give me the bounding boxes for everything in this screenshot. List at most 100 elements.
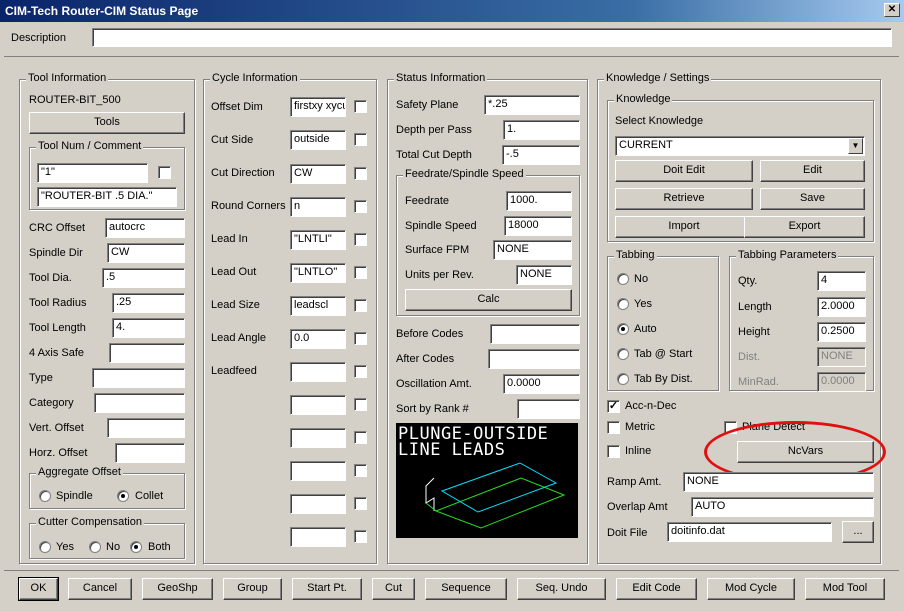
cycle-extra-input[interactable] (290, 428, 346, 448)
start-pt-button[interactable]: Start Pt. (292, 578, 362, 600)
cycle-extra-input[interactable] (290, 527, 346, 547)
doit-file-label: Doit File (607, 527, 648, 539)
calc-button[interactable]: Calc (405, 289, 572, 311)
tool-comment-input[interactable]: "ROUTER-BIT .5 DIA." (37, 187, 177, 207)
lead-out-checkbox[interactable] (354, 266, 367, 279)
tab-height-label: Height (738, 326, 770, 338)
doit-edit-button[interactable]: Doit Edit (615, 160, 753, 182)
cycle-extra-input[interactable] (290, 395, 346, 415)
acc-n-dec-checkbox[interactable]: ✓ (607, 400, 620, 413)
vert-offset-input[interactable] (107, 418, 185, 438)
tabbing-auto-radio[interactable] (617, 323, 629, 335)
cycle-extra-checkbox[interactable] (354, 431, 367, 444)
tool-radius-input[interactable]: .25 (112, 293, 185, 313)
cancel-button[interactable]: Cancel (68, 578, 132, 600)
cycle-extra-checkbox[interactable] (354, 398, 367, 411)
category-input[interactable] (94, 393, 185, 413)
tab-height-input[interactable]: 0.2500 (817, 322, 866, 342)
lead-angle-input[interactable]: 0.0 (290, 329, 346, 349)
lead-size-checkbox[interactable] (354, 299, 367, 312)
round-corners-checkbox[interactable] (354, 200, 367, 213)
seq-undo-button[interactable]: Seq. Undo (517, 578, 606, 600)
sort-by-rank-input[interactable] (517, 399, 580, 419)
cycle-extra-checkbox[interactable] (354, 530, 367, 543)
title-bar: CIM-Tech Router-CIM Status Page ✕ (0, 0, 904, 22)
cycle-extra-input[interactable] (290, 461, 346, 481)
tool-length-input[interactable]: 4. (112, 318, 185, 338)
cut-button[interactable]: Cut (372, 578, 415, 600)
total-cut-depth-input[interactable]: -.5 (502, 145, 580, 165)
tool-dia-input[interactable]: .5 (102, 268, 185, 288)
cut-side-input[interactable]: outside (290, 130, 346, 150)
cycle-extra-checkbox[interactable] (354, 497, 367, 510)
cycle-extra-input[interactable] (290, 494, 346, 514)
tabbing-yes-radio[interactable] (617, 298, 629, 310)
cycle-extra-checkbox[interactable] (354, 464, 367, 477)
spindle-speed-input[interactable]: 18000 (504, 216, 572, 236)
overlap-amt-input[interactable]: AUTO (691, 497, 874, 517)
leadfeed-checkbox[interactable] (354, 365, 367, 378)
surface-fpm-input[interactable]: NONE (493, 240, 572, 260)
group-button[interactable]: Group (223, 578, 282, 600)
mod-cycle-button[interactable]: Mod Cycle (707, 578, 795, 600)
feedrate-label: Feedrate (405, 195, 450, 207)
cut-direction-checkbox[interactable] (354, 167, 367, 180)
depth-per-pass-input[interactable]: 1. (503, 120, 580, 140)
cut-side-checkbox[interactable] (354, 133, 367, 146)
lead-size-input[interactable]: leadscl (290, 296, 346, 316)
browse-button[interactable]: ... (842, 521, 874, 543)
lead-out-input[interactable]: "LNTLO" (290, 263, 346, 283)
cutter-comp-both-radio[interactable] (130, 541, 142, 553)
after-codes-input[interactable] (488, 349, 580, 369)
before-codes-input[interactable] (490, 324, 580, 344)
tabbing-dist-radio[interactable] (617, 373, 629, 385)
tools-button[interactable]: Tools (29, 112, 185, 134)
cutter-comp-yes-radio[interactable] (39, 541, 51, 553)
offset-dim-input[interactable]: firstxy xycu (290, 97, 346, 117)
retrieve-button[interactable]: Retrieve (615, 188, 753, 210)
type-input[interactable] (92, 368, 185, 388)
aggregate-collet-radio[interactable] (117, 490, 129, 502)
horz-offset-input[interactable] (115, 443, 185, 463)
edit-button[interactable]: Edit (760, 160, 865, 182)
lead-in-checkbox[interactable] (354, 233, 367, 246)
knowledge-select[interactable]: CURRENT ▼ (615, 136, 865, 156)
spindle-dir-input[interactable]: CW (107, 243, 185, 263)
edit-code-button[interactable]: Edit Code (616, 578, 697, 600)
leadfeed-input[interactable] (290, 362, 346, 382)
tool-num-input[interactable]: "1" (37, 163, 148, 183)
crc-offset-input[interactable]: autocrc (105, 218, 185, 238)
ok-button[interactable]: OK (18, 577, 59, 601)
inline-checkbox[interactable] (607, 445, 620, 458)
tabbing-start-radio[interactable] (617, 348, 629, 360)
units-per-rev-input[interactable]: NONE (516, 265, 572, 285)
cutter-comp-no-radio[interactable] (89, 541, 101, 553)
round-corners-input[interactable]: n (290, 197, 346, 217)
save-button[interactable]: Save (760, 188, 865, 210)
chevron-down-icon[interactable]: ▼ (848, 138, 863, 154)
doit-file-input[interactable]: doitinfo.dat (667, 522, 832, 542)
tool-num-checkbox[interactable] (158, 166, 171, 179)
tab-qty-input[interactable]: 4 (817, 271, 866, 291)
aggregate-spindle-label: Spindle (56, 490, 93, 502)
mod-tool-button[interactable]: Mod Tool (805, 578, 885, 600)
oscillation-amt-input[interactable]: 0.0000 (503, 374, 580, 394)
ramp-amt-input[interactable]: NONE (683, 472, 874, 492)
aggregate-spindle-radio[interactable] (39, 490, 51, 502)
feedrate-input[interactable]: 1000. (506, 191, 572, 211)
cut-direction-input[interactable]: CW (290, 164, 346, 184)
lead-angle-checkbox[interactable] (354, 332, 367, 345)
description-input[interactable] (92, 28, 892, 47)
metric-checkbox[interactable] (607, 421, 620, 434)
tab-length-input[interactable]: 2.0000 (817, 297, 866, 317)
geoshp-button[interactable]: GeoShp (142, 578, 213, 600)
tabbing-no-radio[interactable] (617, 273, 629, 285)
export-button[interactable]: Export (744, 216, 865, 238)
safety-plane-input[interactable]: *.25 (484, 95, 580, 115)
lead-in-input[interactable]: "LNTLI" (290, 230, 346, 250)
close-icon[interactable]: ✕ (884, 3, 900, 17)
import-button[interactable]: Import (615, 216, 753, 238)
offset-dim-checkbox[interactable] (354, 100, 367, 113)
sequence-button[interactable]: Sequence (425, 578, 507, 600)
four-axis-safe-input[interactable] (109, 343, 185, 363)
